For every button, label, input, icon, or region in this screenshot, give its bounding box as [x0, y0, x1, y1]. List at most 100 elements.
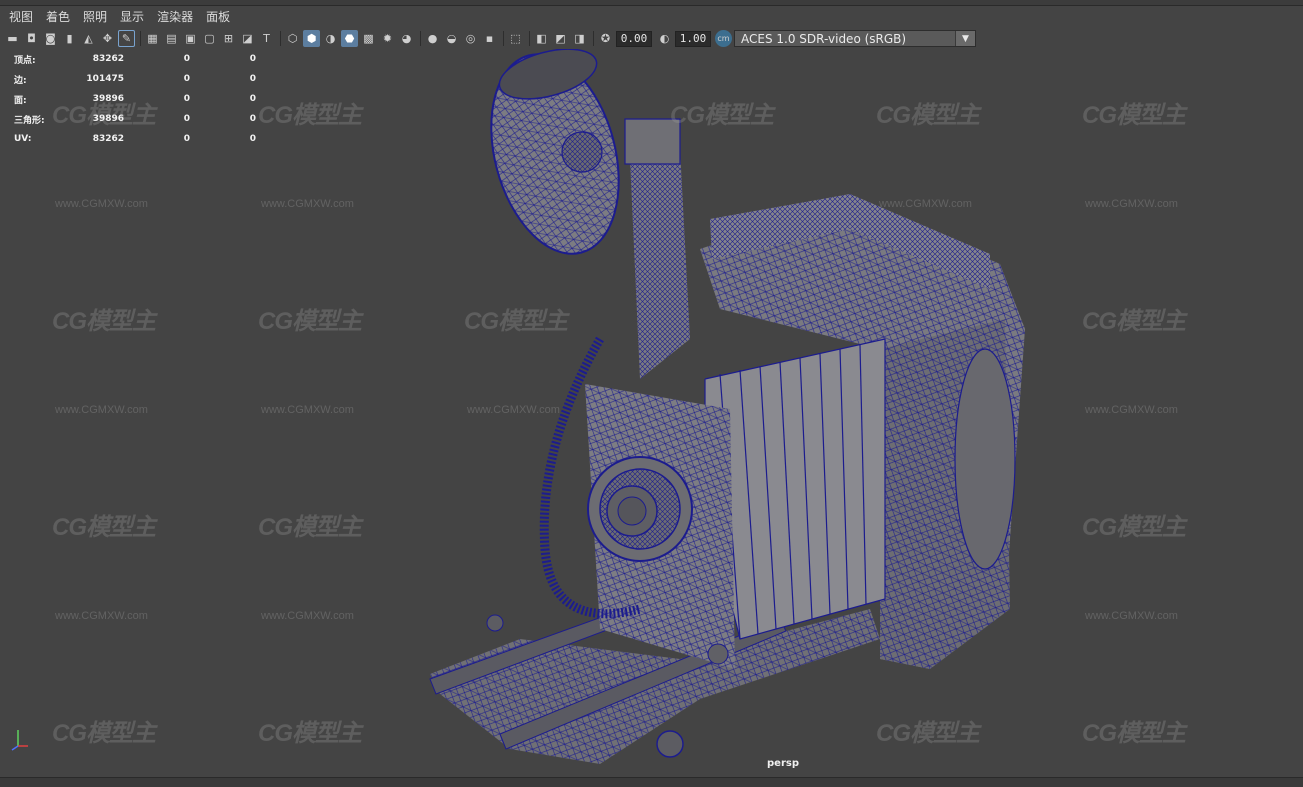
- color-management-dropdown[interactable]: ACES 1.0 SDR-video (sRGB) ▼: [734, 30, 976, 47]
- watermark-logo: CG模型主: [1082, 102, 1186, 129]
- watermark-url: www.CGMXW.com: [55, 198, 148, 210]
- watermark-url: www.CGMXW.com: [261, 610, 354, 622]
- maya-app-window: 视图 着色 照明 显示 渲染器 面板 ▬ ◘ ◙ ▮ ◭ ✥ ✎ ▦ ▤ ▣ ▢…: [0, 0, 1303, 787]
- textured-icon[interactable]: ▩: [360, 30, 377, 47]
- hud-label: UV:: [14, 134, 32, 144]
- hud-value: 0: [183, 114, 190, 124]
- exposure-field[interactable]: 0.00: [616, 30, 652, 47]
- camera-front-standard: [585, 384, 735, 669]
- panel-toolbar: ▬ ◘ ◙ ▮ ◭ ✥ ✎ ▦ ▤ ▣ ▢ ⊞ ◪ T ⬡ ⬢ ◑ ⬣ ▩ ✹ …: [0, 28, 1303, 49]
- safe-action-icon[interactable]: ◪: [239, 30, 256, 47]
- watermark-logo: CG模型主: [52, 720, 156, 747]
- gamma-field[interactable]: 1.00: [675, 30, 711, 47]
- watermark-url: www.CGMXW.com: [55, 404, 148, 416]
- hud-value: 0: [249, 114, 256, 124]
- hud-value: 0: [183, 74, 190, 84]
- hud-value: 0: [249, 74, 256, 84]
- watermark-logo: CG模型主: [52, 308, 156, 335]
- hud-value: 39896: [92, 94, 124, 104]
- watermark-logo: CG模型主: [1082, 720, 1186, 747]
- grease-pencil-icon[interactable]: ✥: [99, 30, 116, 47]
- flash-reflector: [490, 49, 620, 255]
- toolbar-separator: [503, 31, 504, 46]
- toolbar-separator: [140, 31, 141, 46]
- menu-view[interactable]: 视图: [4, 6, 38, 28]
- hud-row-faces: 面: 39896 0 0: [14, 89, 256, 109]
- anti-aliasing-icon[interactable]: ◎: [462, 30, 479, 47]
- pencil-icon[interactable]: ✎: [118, 30, 135, 47]
- toolbar-separator: [280, 31, 281, 46]
- field-chart-icon[interactable]: ⊞: [220, 30, 237, 47]
- hud-row-uvs: UV: 83262 0 0: [14, 129, 256, 149]
- camera-name-label: persp: [767, 758, 799, 769]
- camera-flash-post: [624, 118, 690, 379]
- smooth-shade-icon[interactable]: ⬢: [303, 30, 320, 47]
- safe-title-icon[interactable]: T: [258, 30, 275, 47]
- menu-show[interactable]: 显示: [115, 6, 149, 28]
- bookmark-icon[interactable]: ◙: [42, 30, 59, 47]
- use-all-lights-icon[interactable]: ✹: [379, 30, 396, 47]
- hud-value: 101475: [86, 74, 124, 84]
- wireframe-icon[interactable]: ⬡: [284, 30, 301, 47]
- hud-label: 顶点:: [14, 55, 36, 66]
- exposure-icon[interactable]: ✪: [597, 30, 614, 47]
- toolbar-separator: [529, 31, 530, 46]
- panel-bottom-border: [0, 777, 1303, 787]
- xray-icon[interactable]: ◧: [533, 30, 550, 47]
- toolbar-separator: [420, 31, 421, 46]
- hud-value: 0: [183, 54, 190, 64]
- watermark-url: www.CGMXW.com: [467, 404, 560, 416]
- 2d-pan-zoom-icon[interactable]: ◭: [80, 30, 97, 47]
- hud-row-vertices: 顶点: 83262 0 0: [14, 49, 256, 69]
- hud-label: 面:: [14, 95, 27, 106]
- isolate-select-icon[interactable]: ⬚: [507, 30, 524, 47]
- menu-lighting[interactable]: 照明: [78, 6, 112, 28]
- toolbar-separator: [593, 31, 594, 46]
- watermark-logo: CG模型主: [52, 514, 156, 541]
- hud-value: 0: [249, 134, 256, 144]
- menu-renderer[interactable]: 渲染器: [152, 6, 198, 28]
- default-material-icon[interactable]: ◑: [322, 30, 339, 47]
- xray-joints-icon[interactable]: ◨: [571, 30, 588, 47]
- hud-value: 0: [249, 94, 256, 104]
- view-axis-icon: [11, 730, 28, 751]
- resolution-gate-icon[interactable]: ▣: [182, 30, 199, 47]
- poly-count-hud: 顶点: 83262 0 0 边: 101475 0 0 面: 39896 0 0…: [14, 49, 256, 149]
- gamma-icon[interactable]: ◐: [656, 30, 673, 47]
- menu-panels[interactable]: 面板: [201, 6, 235, 28]
- gate-mask-icon[interactable]: ▢: [201, 30, 218, 47]
- watermark-logo: CG模型主: [258, 308, 362, 335]
- color-management-label: ACES 1.0 SDR-video (sRGB): [741, 31, 907, 46]
- wireframe-on-shaded-icon[interactable]: ⬣: [341, 30, 358, 47]
- image-plane-icon[interactable]: ▮: [61, 30, 78, 47]
- ambient-occlusion-icon[interactable]: ●: [424, 30, 441, 47]
- hud-label: 边:: [14, 75, 27, 86]
- view-transform-icon[interactable]: cm: [715, 30, 732, 47]
- watermark-url: www.CGMXW.com: [1085, 198, 1178, 210]
- watermark-logo: CG模型主: [1082, 308, 1186, 335]
- hud-row-edges: 边: 101475 0 0: [14, 69, 256, 89]
- hud-value: 0: [183, 94, 190, 104]
- watermark-logo: CG模型主: [1082, 514, 1186, 541]
- select-camera-icon[interactable]: ▬: [4, 30, 21, 47]
- watermark-url: www.CGMXW.com: [261, 404, 354, 416]
- watermark-logo: CG模型主: [464, 308, 568, 335]
- hud-row-triangles: 三角形: 39896 0 0: [14, 109, 256, 129]
- chevron-down-icon: ▼: [955, 31, 975, 46]
- depth-of-field-icon[interactable]: ▪: [481, 30, 498, 47]
- motion-blur-icon[interactable]: ◒: [443, 30, 460, 47]
- shadows-icon[interactable]: ◕: [398, 30, 415, 47]
- camera-attributes-icon[interactable]: ◘: [23, 30, 40, 47]
- grid-icon[interactable]: ▦: [144, 30, 161, 47]
- hud-value: 0: [249, 54, 256, 64]
- hud-value: 83262: [92, 54, 124, 64]
- xray-active-components-icon[interactable]: ◩: [552, 30, 569, 47]
- menu-shading[interactable]: 着色: [41, 6, 75, 28]
- hud-label: 三角形:: [14, 115, 45, 126]
- hud-value: 83262: [92, 134, 124, 144]
- watermark-logo: CG模型主: [670, 102, 774, 129]
- watermark-url: www.CGMXW.com: [55, 610, 148, 622]
- film-gate-icon[interactable]: ▤: [163, 30, 180, 47]
- 3d-viewport[interactable]: CG模型主 CG模型主 CG模型主 CG模型主 CG模型主 www.CGMXW.…: [0, 49, 1303, 777]
- watermark-logo: CG模型主: [258, 102, 362, 129]
